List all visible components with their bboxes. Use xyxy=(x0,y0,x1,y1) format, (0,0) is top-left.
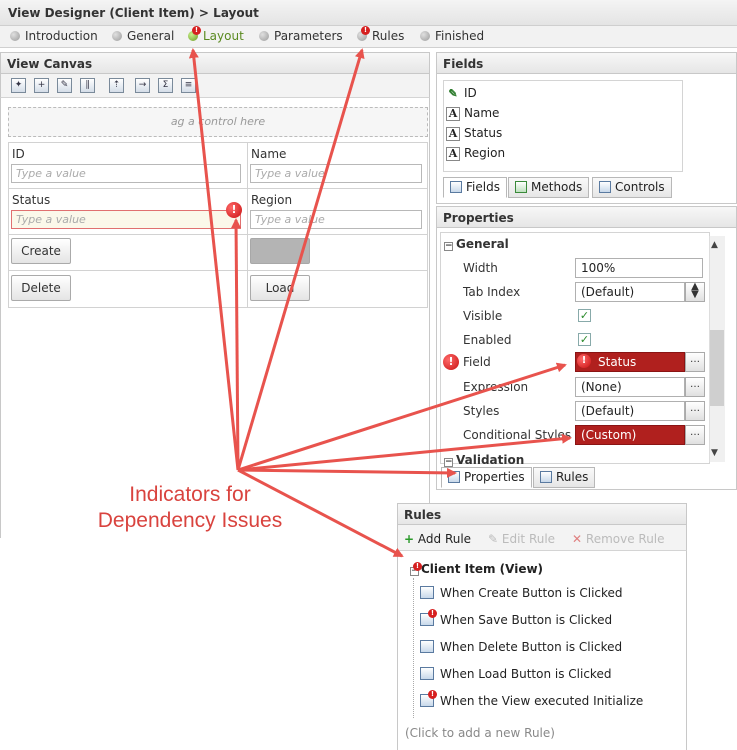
annotation-line: Dependency Issues xyxy=(97,509,283,532)
arrow-to-layout-step xyxy=(188,48,240,471)
arrow-to-status-input xyxy=(231,218,242,471)
arrow-to-rules-step xyxy=(236,48,365,471)
annotation-arrows xyxy=(188,48,572,558)
arrow-to-properties-tab xyxy=(237,467,457,478)
annotation-callout: Indicators for Dependency Issues xyxy=(60,482,320,534)
annotation-line: Indicators for xyxy=(129,483,251,506)
